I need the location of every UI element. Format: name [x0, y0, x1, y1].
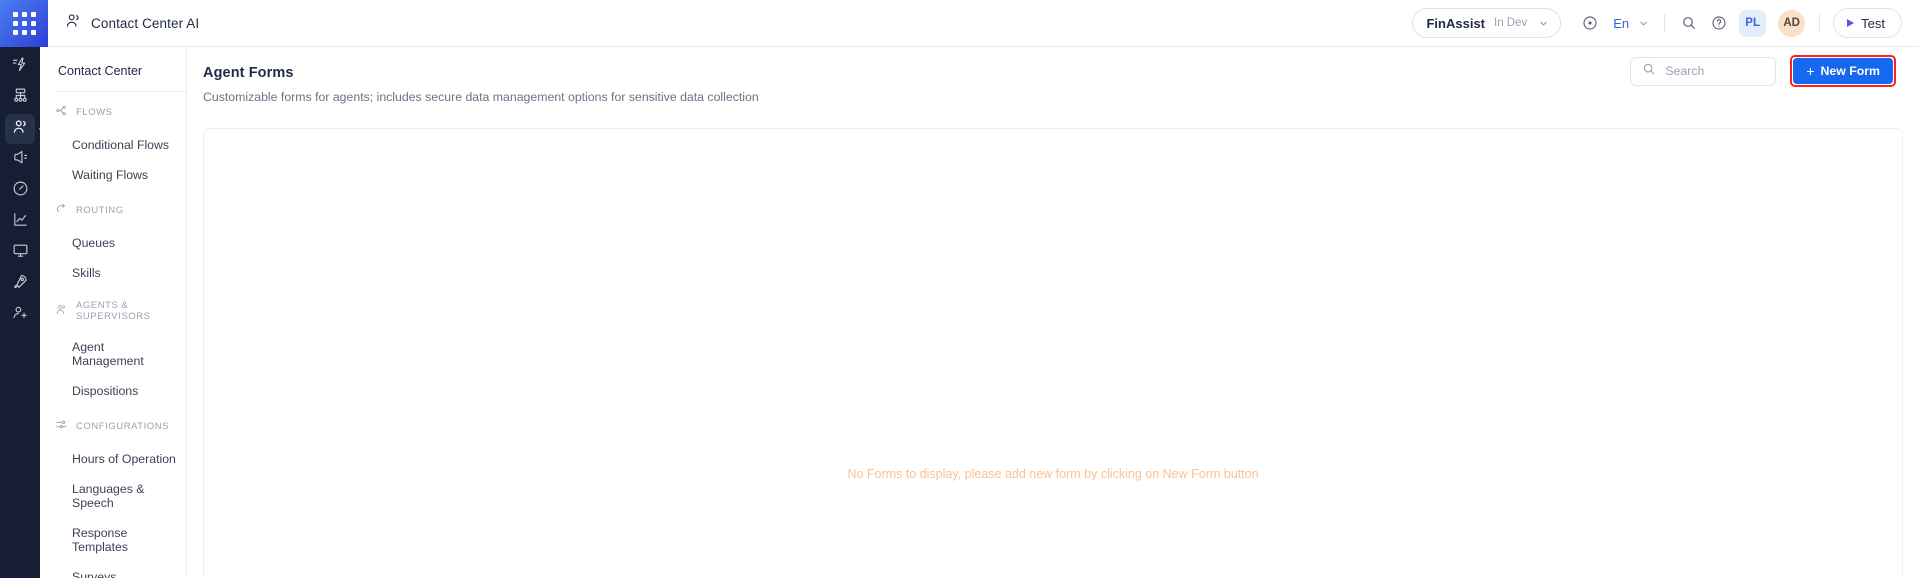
top-header-actions: FinAssist In Dev En PL AD Test [1412, 0, 1919, 46]
sidebar-section-flows: FLOWS [40, 92, 186, 130]
test-button[interactable]: Test [1833, 8, 1902, 38]
new-form-button-label: New Form [1820, 64, 1880, 78]
rail-item-flash-flow[interactable] [5, 52, 35, 82]
sidebar-item-hours-of-operation[interactable]: Hours of Operation [42, 444, 184, 474]
rail-slot [5, 83, 35, 113]
rail-item-rocket[interactable] [5, 269, 35, 299]
flash-flow-icon [12, 56, 29, 78]
sidebar-item-waiting-flows[interactable]: Waiting Flows [42, 160, 184, 190]
rail-item-gauge[interactable] [5, 176, 35, 206]
rail-item-megaphone[interactable] [5, 145, 35, 175]
sidebar-section-agents-supervisors: AGENTS & SUPERVISORS [40, 288, 186, 332]
rail-item-monitor[interactable] [5, 238, 35, 268]
rail-item-add-person[interactable] [5, 300, 35, 330]
icon-rail [0, 47, 40, 578]
sidebar-item-skills[interactable]: Skills [42, 258, 184, 288]
page-subtitle: Customizable forms for agents; includes … [203, 90, 759, 104]
test-button-label: Test [1861, 15, 1885, 31]
line-chart-icon [12, 211, 29, 233]
flow-nodes-icon [55, 104, 68, 120]
divider [1664, 13, 1666, 33]
search-icon[interactable] [1674, 8, 1704, 38]
help-circle-icon[interactable] [1704, 8, 1734, 38]
play-icon [1847, 19, 1855, 27]
empty-state-message: No Forms to display, please add new form… [847, 467, 1259, 481]
new-form-button[interactable]: + New Form [1793, 58, 1893, 84]
people-icon [65, 12, 82, 34]
chevron-down-icon [1538, 18, 1549, 29]
sidebar-title: Contact Center [58, 64, 143, 78]
sidebar-item-response-templates[interactable]: Response Templates [42, 518, 184, 562]
sidebar-item-queues[interactable]: Queues [42, 228, 184, 258]
rail-slot [5, 114, 35, 144]
sidebar-section-label: FLOWS [76, 106, 113, 118]
target-icon[interactable] [1575, 8, 1605, 38]
sliders-icon [55, 418, 68, 434]
page-header: Agent Forms Customizable forms for agent… [187, 47, 1919, 129]
top-header: Contact Center AI FinAssist In Dev En PL… [0, 0, 1919, 47]
agent-person-icon [55, 303, 68, 319]
sidebar-section-configurations: CONFIGURATIONS [40, 406, 186, 444]
sidebar-section-label: AGENTS & SUPERVISORS [76, 300, 151, 322]
rail-item-people[interactable] [5, 114, 35, 144]
search-input[interactable] [1665, 64, 1765, 78]
sidebar-section-label: ROUTING [76, 204, 124, 216]
sidebar-item-languages-speech[interactable]: Languages & Speech [42, 474, 184, 518]
rail-slot [5, 52, 35, 82]
sidebar-item-dispositions[interactable]: Dispositions [42, 376, 184, 406]
chevron-down-icon [1638, 18, 1649, 29]
language-label: En [1613, 15, 1630, 31]
rail-slot [5, 300, 35, 330]
app-grid-icon[interactable] [0, 0, 48, 47]
add-person-icon [12, 304, 29, 326]
people-icon [12, 118, 29, 140]
app-grid-glyph [12, 11, 36, 35]
environment-name: FinAssist [1426, 15, 1485, 31]
divider [1819, 13, 1821, 33]
avatar-pl[interactable]: PL [1739, 9, 1767, 37]
rail-slot [5, 145, 35, 175]
sidebar-item-conditional-flows[interactable]: Conditional Flows [42, 130, 184, 160]
new-form-highlight: + New Form [1790, 55, 1896, 87]
environment-stage: In Dev [1494, 17, 1528, 29]
sidebar-item-agent-management[interactable]: Agent Management [42, 332, 184, 376]
brand-title: Contact Center AI [91, 15, 200, 31]
rail-slot [5, 238, 35, 268]
rocket-icon [12, 273, 29, 295]
megaphone-icon [12, 149, 29, 171]
rail-slot [5, 176, 35, 206]
search-field[interactable] [1630, 56, 1777, 86]
rail-slot [5, 207, 35, 237]
hierarchy-icon [12, 87, 29, 109]
monitor-icon [12, 242, 29, 264]
avatar-ad[interactable]: AD [1778, 9, 1806, 37]
sidebar-item-surveys[interactable]: Surveys [42, 562, 184, 578]
main-content: Agent Forms Customizable forms for agent… [187, 47, 1919, 578]
forms-list-card: No Forms to display, please add new form… [203, 128, 1903, 578]
rail-slot [5, 269, 35, 299]
rail-item-line-chart[interactable] [5, 207, 35, 237]
brand: Contact Center AI [65, 12, 199, 34]
page-header-actions: + New Form [1630, 55, 1896, 87]
rail-item-hierarchy[interactable] [5, 83, 35, 113]
plus-icon: + [1806, 62, 1815, 79]
sidebar-section-label: CONFIGURATIONS [76, 420, 170, 432]
sidebar: Contact Center FLOWS Conditional Flows W… [40, 47, 187, 578]
app-root: Contact Center AI FinAssist In Dev En PL… [0, 0, 1919, 578]
gauge-icon [12, 180, 29, 202]
sidebar-section-routing: ROUTING [40, 190, 186, 228]
search-icon [1642, 62, 1656, 81]
language-selector[interactable]: En [1605, 16, 1655, 31]
routing-arrow-icon [55, 202, 68, 218]
environment-selector[interactable]: FinAssist In Dev [1412, 8, 1562, 38]
